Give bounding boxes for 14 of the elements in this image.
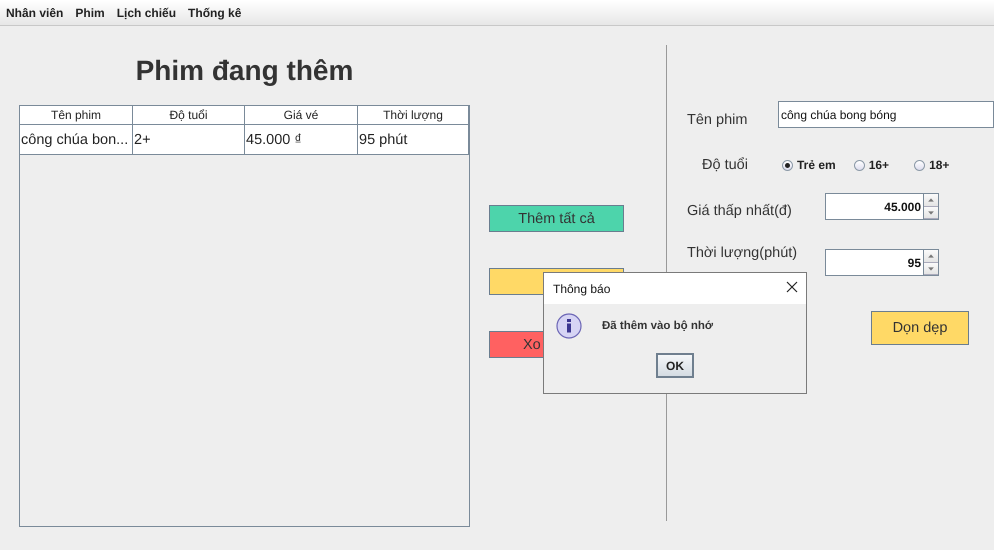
dialog-message: Đã thêm vào bộ nhớ bbox=[602, 320, 714, 332]
table-cell: công chúa bon... bbox=[20, 125, 133, 155]
field-label: Thời lượng(phút) bbox=[687, 246, 798, 261]
field-label: Độ tuổi bbox=[701, 157, 749, 173]
field-label: Tên phim bbox=[687, 110, 748, 128]
radio-label: Trẻ em bbox=[797, 158, 836, 172]
table-cell: 2+ bbox=[133, 125, 245, 155]
radio-label: 18+ bbox=[929, 158, 950, 172]
field-label: Giá thấp nhất(đ) bbox=[687, 202, 793, 218]
radio-label: 16+ bbox=[868, 158, 890, 172]
table-cell: 95 phút bbox=[358, 125, 469, 155]
table-cell: 45.000 ₫ bbox=[245, 125, 358, 155]
page-title: Phim đang thêm bbox=[134, 54, 354, 88]
dialog-title: Thông báo bbox=[553, 282, 610, 296]
